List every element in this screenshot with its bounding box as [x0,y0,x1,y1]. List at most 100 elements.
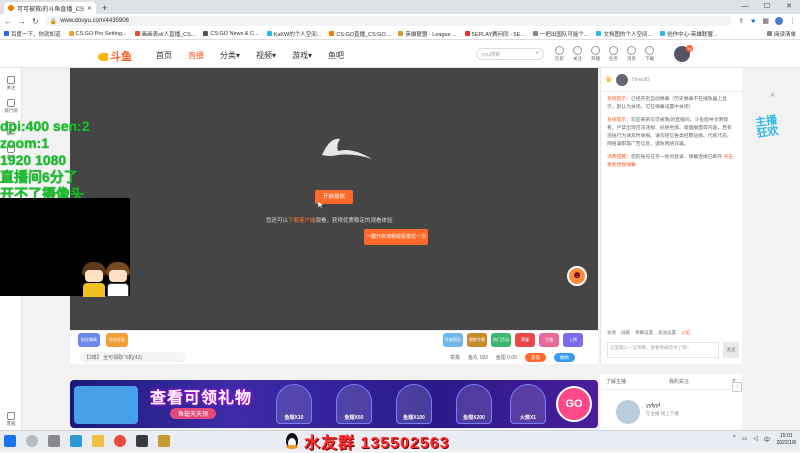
download-client-link[interactable]: 下载客户端 [288,218,316,224]
bookmark-item[interactable]: 5EPLAY赛问同 - 5E... [464,30,525,38]
nav-games[interactable]: 游戏▾ [292,50,312,61]
pay-button[interactable]: 缴纳 [553,353,575,362]
douyu-logo[interactable]: 斗鱼 [98,48,132,64]
new-tab-button[interactable]: + [102,2,107,14]
tab-about-anchor[interactable]: 了解主播 [606,378,626,385]
go-button[interactable]: GO [556,386,592,422]
bookmark-item[interactable]: CS:GO直播_CS:GO... [329,30,390,38]
messages-button[interactable]: 消息 [627,46,636,62]
chat-top: ♛ Heisull2 [601,68,742,92]
hot-activity-button[interactable]: 热门活动 [491,333,511,347]
reading-list-icon [766,31,772,36]
chat-send-settings[interactable]: 发送设置 [658,330,676,336]
task-view-icon[interactable] [48,435,60,447]
follow-name[interactable]: yyfyyf [646,403,660,409]
rail-service[interactable]: 客服 [0,412,22,427]
bookmark-item[interactable]: 创作中心-英雄联盟... [660,30,717,38]
camera-icon [591,46,600,55]
fish-logo-icon [98,53,108,62]
emoji-icon[interactable]: ☻ [567,266,587,286]
download-button[interactable]: 下载 [645,46,654,62]
windows-start-icon[interactable] [4,435,16,447]
edge-icon[interactable] [70,435,82,447]
bookmark-item[interactable]: CS:GO Pro Setting... [68,31,127,37]
maximize-button[interactable]: ☐ [756,0,778,14]
chat-input[interactable]: 这里输入一些弹幕，要要要被选中了哦~ [607,342,719,358]
rail-rank[interactable]: 排行榜 [0,99,22,114]
reading-list[interactable]: 阅读清单 [766,30,796,38]
ime-icon[interactable]: 中 [764,435,770,444]
fan-badge-button[interactable]: 粉丝徽章 [78,333,100,347]
share-icon[interactable]: ⇪ [738,17,744,25]
bookmark-item[interactable]: 画画表sl/人直播_CS... [134,30,195,38]
bookmark-item[interactable]: KaKW的个人空间... [266,30,321,38]
explorer-icon[interactable] [92,435,104,447]
app-icon[interactable] [136,435,148,447]
nav-yuba[interactable]: 鱼吧 [328,50,344,61]
fishball-friend-button[interactable]: 鱼丸好友 [106,333,128,347]
bookmark-item[interactable]: CS:GO News & C... [203,31,259,37]
system-clock[interactable]: 15:01 2022/1/8 [777,433,796,447]
send-button[interactable]: 发送 [723,342,739,358]
extensions-icon[interactable]: ▦ [762,17,769,25]
top-user-avatar[interactable] [616,73,629,86]
close-window-button[interactable]: ✕ [778,0,800,14]
honor-button[interactable]: 荣耀 [515,333,535,347]
site-search-input[interactable]: pyu搜索 ⌕ [476,48,544,60]
chrome-icon[interactable] [114,435,126,447]
tray-up-icon[interactable]: ^ [733,435,736,444]
network-icon[interactable]: ▭ [742,435,748,444]
reload-icon[interactable]: ↻ [32,17,39,26]
app-icon[interactable] [158,435,170,447]
floating-ad-close-icon[interactable]: ✕ [770,92,775,99]
top-user-name[interactable]: Heisull2 [632,77,650,83]
forward-icon[interactable]: → [18,17,26,26]
bookmark-item[interactable]: 英雄联盟 - League ... [398,30,457,38]
report-link[interactable]: 举报 [450,354,460,361]
volume-icon[interactable]: ◁ [753,435,758,444]
follow-avatar[interactable] [616,400,640,424]
follow-button[interactable]: 关注 [573,46,582,62]
overlay-line: zoom:1 [0,135,49,151]
annual-report-button[interactable]: 年度报告 [443,333,463,347]
chat-block-button[interactable]: 屏蔽 [621,330,630,336]
tab-my-follows[interactable]: 我的关注 [669,378,689,385]
chat-fire-button[interactable]: 火焰 [681,330,690,336]
charge-button[interactable]: 充值 [524,353,546,362]
fishfin-balance: 鱼翅 0.00 [495,355,517,361]
bookmark-item[interactable]: 一把出国队可能个... [532,30,588,38]
search-icon[interactable] [26,435,38,447]
scroll-top-icon[interactable]: ↑ [732,382,742,392]
rank-up-button[interactable]: 上榜 [563,333,583,347]
profile-avatar[interactable] [775,17,783,25]
bookmark-icon [398,31,404,36]
search-icon[interactable]: ⌕ [536,50,539,57]
bookmark-item[interactable]: 百度一下，你就知道 [4,30,61,38]
super-button[interactable]: 超能专属 [467,333,487,347]
chat-toolbar: 表情 屏蔽 弹幕设置 发送设置 火焰 [607,330,690,336]
close-tab-icon[interactable]: ✕ [87,5,92,12]
chat-danmu-settings[interactable]: 弹幕设置 [635,330,653,336]
floating-ad[interactable]: 主播狂欢 [754,104,788,150]
promo-banner[interactable]: 查看可领礼物 鱼翅天天领 鱼翅X10 鱼翅X50 鱼翅X100 鱼翅X200 火… [70,380,598,428]
bookmark-item[interactable]: 文档图的个人空间... [596,30,652,38]
tasks-button[interactable]: 任务 [609,46,618,62]
nav-home[interactable]: 首页 [156,50,172,61]
nav-live[interactable]: 直播 [188,50,204,61]
rail-follow[interactable]: 关注 [0,76,22,91]
minimize-button[interactable]: — [734,0,756,14]
nav-video[interactable]: 视频▾ [256,50,276,61]
bookmark-star-icon[interactable]: ★ [750,17,756,25]
browser-tab[interactable]: 可可被救i的斗鱼直播_CS:GO直播_ ✕ [4,2,96,14]
go-live-button[interactable]: 开播 [591,46,600,62]
nav-category[interactable]: 分类▾ [220,50,240,61]
back-icon[interactable]: ← [4,17,12,26]
menu-icon[interactable]: ⋮ [789,17,796,25]
banner-title: 查看可领礼物 [150,390,253,407]
reward-card: 鱼翅X50 [336,384,372,424]
history-button[interactable]: 历史 [555,46,564,62]
chat-emoji-button[interactable]: 表情 [607,330,616,336]
fluent-mode-button[interactable]: 一键开启流畅观看模式一次 [364,229,428,245]
anchor-button[interactable]: 主播 [539,333,559,347]
address-bar[interactable]: 🔒 www.douyu.com/4435908 [44,16,733,26]
